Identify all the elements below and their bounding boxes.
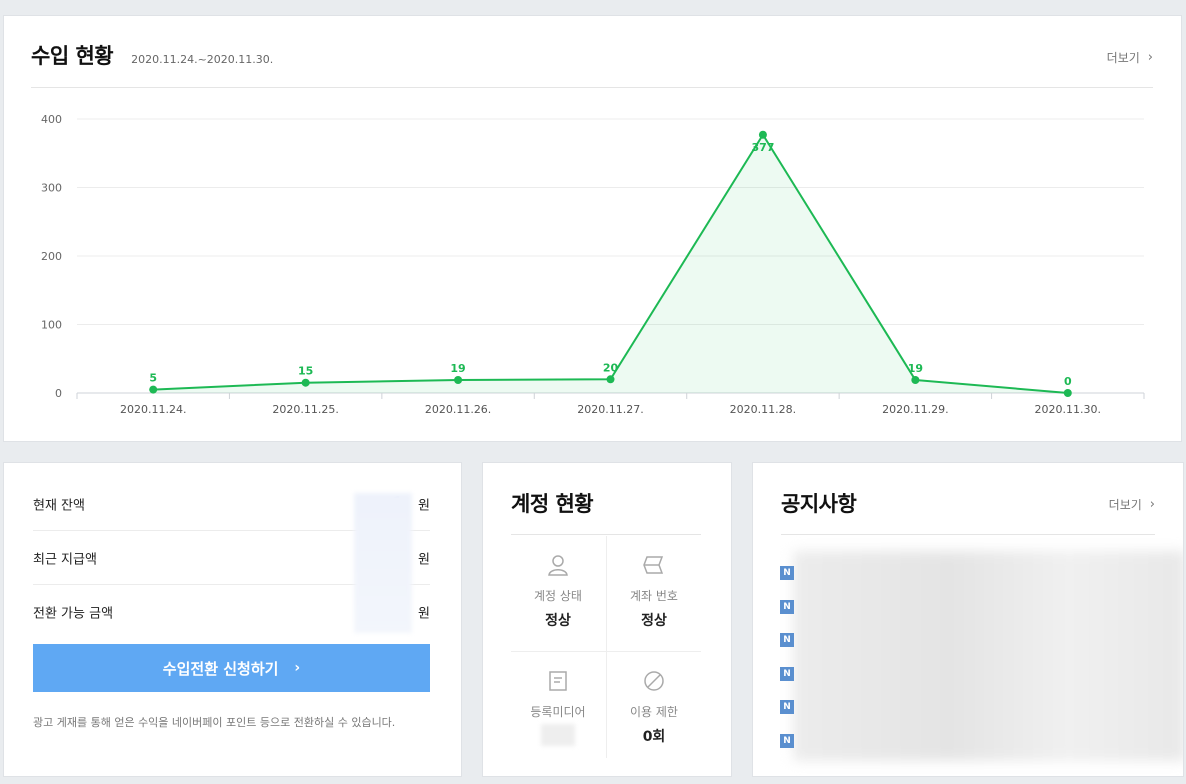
balance-label: 현재 잔액: [33, 498, 85, 513]
data-label: 377: [751, 141, 774, 154]
data-point: [301, 378, 310, 387]
account-panel: 계정 현황 계정 상태 정상 계좌 번호 정상 등록미디어 이용 제한 0회: [482, 462, 732, 777]
data-point: [758, 130, 767, 139]
y-tick-label: 300: [41, 182, 62, 195]
data-point: [149, 385, 158, 394]
notice-more-label: 더보기: [1108, 498, 1142, 512]
new-badge-icon: N: [780, 633, 794, 647]
x-tick-label: 2020.11.24.: [120, 403, 186, 416]
prohibited-icon: [644, 671, 664, 691]
x-tick-label: 2020.11.26.: [425, 403, 491, 416]
y-tick-label: 200: [41, 250, 62, 263]
balance-unit: 원: [418, 606, 430, 622]
document-icon: [549, 671, 567, 691]
balance-label: 전환 가능 금액: [33, 606, 114, 622]
data-point: [454, 375, 463, 384]
convert-revenue-button[interactable]: 수입전환 신청하기 ›: [33, 644, 430, 692]
balance-panel: 현재 잔액 1 원 최근 지급액 원 전환 가능 금액 1 원 수입전환 신청하…: [3, 462, 462, 777]
y-tick-label: 100: [41, 319, 62, 332]
convert-button-label: 수입전환 신청하기: [162, 659, 279, 678]
data-label: 15: [298, 365, 313, 378]
new-badge-icon: N: [780, 700, 794, 714]
usage-restriction-value: 0회: [642, 729, 666, 745]
account-status-cell[interactable]: 계정 상태 정상: [511, 536, 605, 636]
revenue-chart: 01002003004002020.11.24. 2020.11.25. 2020.…: [41, 113, 1145, 416]
account-status-value: 정상: [545, 613, 571, 629]
registered-media-cell[interactable]: 등록미디어: [511, 652, 605, 752]
series-area: [153, 134, 1068, 393]
balance-label: 최근 지급액: [33, 552, 97, 567]
x-tick-label: 2020.11.29.: [882, 403, 948, 416]
x-tick-label: 2020.11.28.: [730, 403, 796, 416]
bank-account-cell[interactable]: 계좌 번호 정상: [607, 536, 701, 636]
account-status-label: 계정 상태: [534, 589, 582, 603]
bank-account-value: 정상: [641, 613, 667, 629]
new-badge-icon: N: [780, 666, 794, 681]
account-title: 계정 현황: [511, 492, 594, 516]
x-tick-label: 2020.11.25.: [272, 403, 338, 416]
series-line: [153, 132, 1068, 394]
account-divider: [511, 534, 701, 535]
redacted-amounts: [354, 493, 412, 633]
y-tick-label: 0: [55, 387, 62, 400]
balance-note: 광고 게재를 통해 얻은 수익을 네이버페이 포인트 등으로 전환하실 수 있습…: [33, 716, 396, 729]
data-label: 19: [450, 362, 465, 375]
balance-unit: 원: [418, 552, 430, 567]
chevron-right-icon: ›: [294, 660, 301, 676]
new-badge-icon: N: [780, 566, 794, 580]
data-point: [1063, 389, 1072, 397]
notice-divider: [781, 534, 1155, 535]
registered-media-label: 등록미디어: [530, 705, 586, 719]
notice-title: 공지사항: [781, 492, 857, 516]
x-tick-label: 2020.11.30.: [1035, 403, 1101, 416]
usage-restriction-label: 이용 제한: [630, 705, 678, 719]
notice-more-link[interactable]: 더보기 ›: [1109, 496, 1155, 513]
data-label: 5: [149, 372, 157, 385]
bank-card-icon: [643, 556, 664, 574]
data-label: 0: [1064, 375, 1072, 388]
new-badge-icon: N: [780, 599, 794, 614]
data-label: 20: [603, 361, 619, 374]
revenue-panel: 수입 현황 2020.11.24.~2020.11.30. 더보기 › 0 100…: [3, 15, 1182, 442]
chevron-right-icon: ›: [1149, 497, 1155, 512]
data-point: [606, 375, 615, 384]
data-label: 19: [908, 362, 923, 375]
redacted-notice-list: [793, 551, 1183, 761]
person-icon: [548, 555, 568, 576]
balance-unit: 원: [418, 498, 430, 513]
x-tick-label: 2020.11.27.: [577, 403, 643, 416]
y-tick-label: 400: [41, 113, 62, 126]
data-point: [911, 375, 920, 384]
notice-panel: 공지사항 더보기 › N N N N N N: [752, 462, 1184, 777]
bank-account-label: 계좌 번호: [630, 589, 678, 603]
redacted-media-count: [541, 724, 575, 746]
usage-restriction-cell[interactable]: 이용 제한 0회: [607, 652, 701, 752]
new-badge-icon: N: [780, 733, 794, 748]
